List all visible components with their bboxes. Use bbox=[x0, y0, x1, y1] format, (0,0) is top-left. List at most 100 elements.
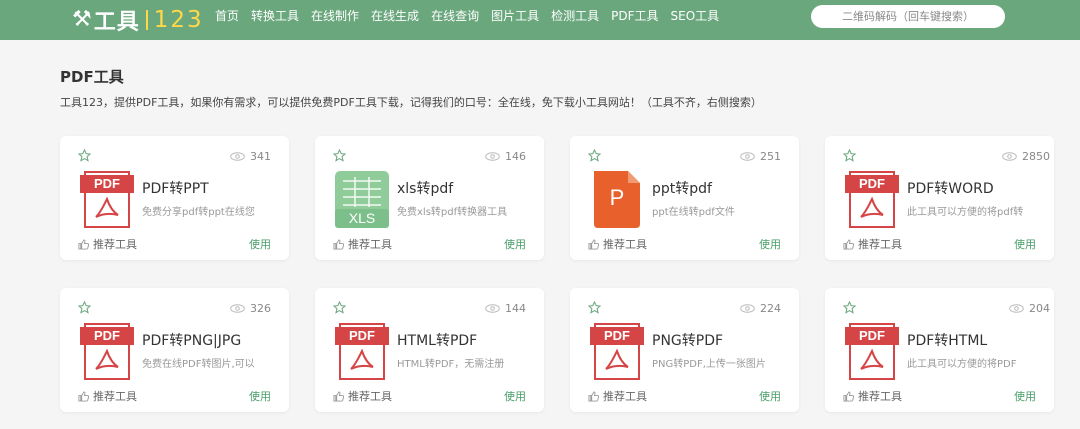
recommend-button[interactable]: 推荐工具 bbox=[843, 388, 902, 404]
card-description: 免费分享pdf转ppt在线您 bbox=[142, 207, 255, 218]
site-logo[interactable]: ⚒ 工具 123 bbox=[72, 2, 204, 38]
view-count: 2850 bbox=[1002, 150, 1050, 163]
pdf-icon: PDF bbox=[335, 323, 389, 380]
star-icon[interactable] bbox=[843, 149, 856, 162]
thumbs-up-icon bbox=[588, 390, 599, 402]
view-count: 204 bbox=[1009, 302, 1050, 315]
star-icon[interactable] bbox=[333, 149, 346, 162]
xls-label: XLS bbox=[348, 210, 376, 226]
eye-icon bbox=[740, 304, 755, 313]
tools-icon: ⚒ bbox=[72, 7, 92, 32]
acrobat-icon bbox=[350, 349, 374, 370]
star-icon[interactable] bbox=[588, 149, 601, 162]
star-icon[interactable] bbox=[333, 301, 346, 314]
eye-icon bbox=[1002, 152, 1017, 161]
tool-card[interactable]: 326 PDF PDF转PNG|JPG 免费在线PDF转图片,可以 推荐工具 使… bbox=[60, 288, 289, 412]
use-button[interactable]: 使用 bbox=[1014, 388, 1036, 404]
tool-card[interactable]: 251 P ppt转pdf ppt在线转pdf文件 推荐工具 使用 bbox=[570, 136, 799, 260]
card-title[interactable]: PDF转WORD bbox=[907, 178, 994, 198]
eye-icon bbox=[485, 304, 500, 313]
view-count: 341 bbox=[230, 150, 271, 163]
thumbs-up-icon bbox=[843, 238, 854, 250]
card-title[interactable]: HTML转PDF bbox=[397, 330, 477, 350]
thumbs-up-icon bbox=[78, 238, 89, 250]
use-button[interactable]: 使用 bbox=[504, 388, 526, 404]
eye-icon bbox=[740, 152, 755, 161]
card-title[interactable]: PDF转PPT bbox=[142, 178, 209, 198]
recommend-button[interactable]: 推荐工具 bbox=[588, 236, 647, 252]
tool-card[interactable]: 2850 PDF PDF转WORD 此工具可以方便的将pdf转 推荐工具 使用 bbox=[825, 136, 1054, 260]
view-count: 251 bbox=[740, 150, 781, 163]
card-title[interactable]: xls转pdf bbox=[397, 178, 453, 198]
use-button[interactable]: 使用 bbox=[759, 236, 781, 252]
card-title[interactable]: PDF转PNG|JPG bbox=[142, 330, 241, 350]
star-icon[interactable] bbox=[843, 301, 856, 314]
card-title[interactable]: PNG转PDF bbox=[652, 330, 723, 350]
view-count: 326 bbox=[230, 302, 271, 315]
pdf-icon: PDF bbox=[80, 323, 134, 380]
page-description: 工具123，提供PDF工具，如果你有需求，可以提供免费PDF工具下载，记得我们的… bbox=[60, 96, 762, 109]
nav-home[interactable]: 首页 bbox=[215, 7, 239, 24]
acrobat-icon bbox=[95, 349, 119, 370]
recommend-button[interactable]: 推荐工具 bbox=[843, 236, 902, 252]
card-description: ppt在线转pdf文件 bbox=[652, 207, 735, 218]
search-input[interactable] bbox=[811, 5, 1005, 28]
card-description: HTML转PDF，无需注册 bbox=[397, 359, 505, 370]
use-button[interactable]: 使用 bbox=[504, 236, 526, 252]
acrobat-icon bbox=[860, 197, 884, 218]
nav-online-query[interactable]: 在线查询 bbox=[431, 7, 479, 24]
recommend-button[interactable]: 推荐工具 bbox=[78, 388, 137, 404]
pdf-icon: PDF bbox=[845, 171, 899, 228]
main-nav: 首页 转换工具 在线制作 在线生成 在线查询 图片工具 检测工具 PDF工具 S… bbox=[215, 0, 731, 30]
nav-image-tools[interactable]: 图片工具 bbox=[491, 7, 539, 24]
eye-icon bbox=[485, 152, 500, 161]
acrobat-icon bbox=[95, 197, 119, 218]
view-count: 144 bbox=[485, 302, 526, 315]
tool-card[interactable]: 224 PDF PNG转PDF PNG转PDF,上传一张图片 推荐工具 使用 bbox=[570, 288, 799, 412]
pdf-icon: PDF bbox=[590, 323, 644, 380]
card-description: 免费在线PDF转图片,可以 bbox=[142, 359, 255, 370]
recommend-button[interactable]: 推荐工具 bbox=[333, 388, 392, 404]
ppt-label: P bbox=[609, 185, 625, 210]
pdf-icon: PDF bbox=[80, 171, 134, 228]
recommend-button[interactable]: 推荐工具 bbox=[78, 236, 137, 252]
logo-separator bbox=[145, 10, 148, 30]
pdf-icon: PDF bbox=[845, 323, 899, 380]
use-button[interactable]: 使用 bbox=[249, 388, 271, 404]
star-icon[interactable] bbox=[78, 301, 91, 314]
nav-convert-tools[interactable]: 转换工具 bbox=[251, 7, 299, 24]
use-button[interactable]: 使用 bbox=[759, 388, 781, 404]
thumbs-up-icon bbox=[588, 238, 599, 250]
view-count: 224 bbox=[740, 302, 781, 315]
eye-icon bbox=[230, 304, 245, 313]
use-button[interactable]: 使用 bbox=[1014, 236, 1036, 252]
nav-pdf-tools[interactable]: PDF工具 bbox=[611, 7, 658, 24]
use-button[interactable]: 使用 bbox=[249, 236, 271, 252]
card-description: PNG转PDF,上传一张图片 bbox=[652, 359, 766, 370]
thumbs-up-icon bbox=[78, 390, 89, 402]
tool-card[interactable]: 146 XLS xls转pdf 免费xls转pdf转换器工具 推荐工具 使用 bbox=[315, 136, 544, 260]
tool-card[interactable]: 144 PDF HTML转PDF HTML转PDF，无需注册 推荐工具 使用 bbox=[315, 288, 544, 412]
recommend-button[interactable]: 推荐工具 bbox=[333, 236, 392, 252]
top-navbar: ⚒ 工具 123 首页 转换工具 在线制作 在线生成 在线查询 图片工具 检测工… bbox=[0, 0, 1080, 40]
tool-card[interactable]: 341 PDF PDF转PPT 免费分享pdf转ppt在线您 推荐工具 使用 bbox=[60, 136, 289, 260]
card-title[interactable]: ppt转pdf bbox=[652, 178, 712, 198]
thumbs-up-icon bbox=[333, 390, 344, 402]
card-title[interactable]: PDF转HTML bbox=[907, 330, 987, 350]
logo-text: 工具 bbox=[93, 10, 140, 35]
recommend-button[interactable]: 推荐工具 bbox=[588, 388, 647, 404]
star-icon[interactable] bbox=[78, 149, 91, 162]
view-count: 146 bbox=[485, 150, 526, 163]
nav-detect-tools[interactable]: 检测工具 bbox=[551, 7, 599, 24]
nav-seo-tools[interactable]: SEO工具 bbox=[671, 7, 720, 24]
acrobat-icon bbox=[860, 349, 884, 370]
acrobat-icon bbox=[605, 349, 629, 370]
page-title: PDF工具 bbox=[60, 68, 124, 86]
eye-icon bbox=[230, 152, 245, 161]
star-icon[interactable] bbox=[588, 301, 601, 314]
tool-card[interactable]: 204 PDF PDF转HTML 此工具可以方便的将PDF 推荐工具 使用 bbox=[825, 288, 1054, 412]
card-description: 免费xls转pdf转换器工具 bbox=[397, 207, 508, 218]
thumbs-up-icon bbox=[843, 390, 854, 402]
nav-online-generate[interactable]: 在线生成 bbox=[371, 7, 419, 24]
nav-online-make[interactable]: 在线制作 bbox=[311, 7, 359, 24]
